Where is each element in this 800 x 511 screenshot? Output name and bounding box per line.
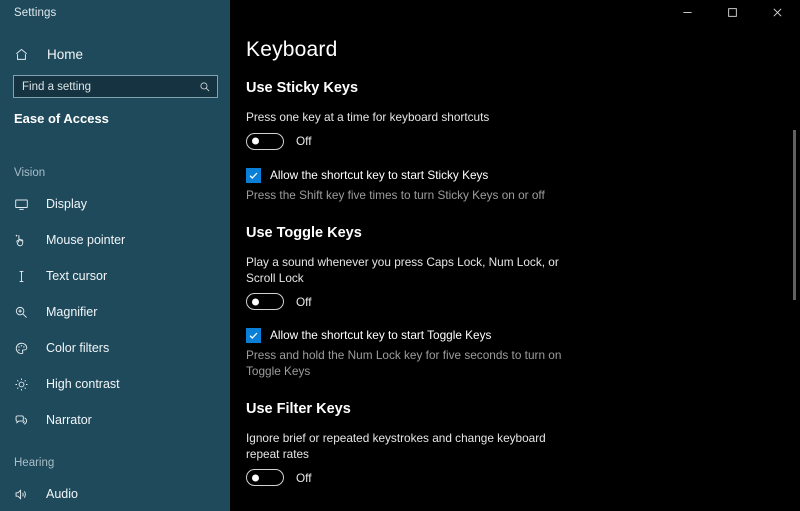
- checkbox-label: Allow the shortcut key to start Toggle K…: [270, 327, 491, 343]
- sidebar-home-label: Home: [47, 47, 83, 62]
- section-description: Press one key at a time for keyboard sho…: [246, 110, 571, 126]
- section-toggle-keys: Use Toggle Keys Play a sound whenever yo…: [246, 225, 786, 379]
- monitor-icon: [14, 195, 36, 213]
- section-heading: Use Sticky Keys: [246, 80, 786, 96]
- sidebar-item-home[interactable]: Home: [0, 41, 230, 67]
- minimize-icon: [682, 5, 693, 23]
- toggle-knob: [252, 138, 259, 145]
- sidebar-item-color-filters[interactable]: Color filters: [0, 330, 230, 366]
- toggle-knob: [252, 474, 259, 481]
- sidebar-item-text-cursor[interactable]: Text cursor: [0, 258, 230, 294]
- maximize-icon: [727, 5, 738, 23]
- search-icon: [199, 81, 211, 93]
- section-hint: Press and hold the Num Lock key for five…: [246, 348, 576, 379]
- minimize-button[interactable]: [665, 0, 710, 28]
- sidebar-item-label: Color filters: [46, 341, 109, 355]
- maximize-button[interactable]: [710, 0, 755, 28]
- section-sticky-keys: Use Sticky Keys Press one key at a time …: [246, 80, 786, 203]
- settings-window: Settings Home Ease of Access V: [0, 0, 800, 511]
- sticky-keys-shortcut-checkbox[interactable]: [246, 168, 261, 183]
- filter-keys-toggle-row: Off: [246, 469, 786, 486]
- search-input[interactable]: [22, 81, 199, 93]
- sidebar-item-label: Display: [46, 197, 87, 211]
- check-icon: [248, 330, 259, 341]
- sidebar-item-narrator[interactable]: Narrator: [0, 402, 230, 438]
- sidebar-item-magnifier[interactable]: Magnifier: [0, 294, 230, 330]
- section-heading: Use Filter Keys: [246, 401, 786, 417]
- sidebar-item-mouse-pointer[interactable]: Mouse pointer: [0, 222, 230, 258]
- checkbox-label: Allow the shortcut key to start Sticky K…: [270, 167, 488, 183]
- sidebar-item-label: High contrast: [46, 377, 120, 391]
- section-description: Play a sound whenever you press Caps Loc…: [246, 255, 571, 286]
- sun-icon: [14, 375, 36, 393]
- sidebar-group-label-vision: Vision: [0, 167, 45, 179]
- settings-sections: Use Sticky Keys Press one key at a time …: [246, 80, 786, 503]
- toggle-state-label: Off: [296, 471, 312, 485]
- sidebar-item-label: Narrator: [46, 413, 92, 427]
- sticky-keys-toggle[interactable]: [246, 133, 284, 150]
- text-cursor-icon: [14, 267, 36, 285]
- sidebar-item-label: Audio: [46, 487, 78, 501]
- close-button[interactable]: [755, 0, 800, 28]
- magnifier-icon: [14, 303, 36, 321]
- sidebar-item-label: Text cursor: [46, 269, 107, 283]
- window-controls: [665, 0, 800, 28]
- check-icon: [248, 170, 259, 181]
- scrollbar-thumb[interactable]: [793, 130, 796, 300]
- filter-keys-toggle[interactable]: [246, 469, 284, 486]
- search-box[interactable]: [13, 75, 218, 98]
- close-icon: [772, 5, 783, 23]
- sidebar-group-label-hearing: Hearing: [0, 457, 54, 469]
- section-heading: Use Toggle Keys: [246, 225, 786, 241]
- window-title: Settings: [14, 7, 56, 19]
- sidebar-item-high-contrast[interactable]: High contrast: [0, 366, 230, 402]
- speaker-icon: [14, 485, 36, 503]
- sidebar-item-display[interactable]: Display: [0, 186, 230, 222]
- content-scrollbar[interactable]: [786, 28, 800, 511]
- toggle-knob: [252, 298, 259, 305]
- toggle-state-label: Off: [296, 134, 312, 148]
- sidebar-nav-list: Vision Display: [0, 160, 230, 511]
- sidebar-group-vision: Vision: [0, 160, 230, 186]
- sidebar-group-hearing: Hearing: [0, 450, 230, 476]
- palette-icon: [14, 339, 36, 357]
- toggle-keys-toggle-row: Off: [246, 293, 786, 310]
- sticky-keys-toggle-row: Off: [246, 133, 786, 150]
- sidebar-category-title: Ease of Access: [14, 111, 109, 126]
- toggle-keys-shortcut-checkbox[interactable]: [246, 328, 261, 343]
- section-filter-keys: Use Filter Keys Ignore brief or repeated…: [246, 401, 786, 486]
- sidebar-item-label: Magnifier: [46, 305, 97, 319]
- sticky-keys-checkbox-row: Allow the shortcut key to start Sticky K…: [246, 167, 786, 183]
- mouse-pointer-icon: [14, 231, 36, 249]
- home-icon: [14, 47, 36, 62]
- toggle-state-label: Off: [296, 295, 312, 309]
- section-description: Ignore brief or repeated keystrokes and …: [246, 431, 571, 462]
- sidebar-item-audio[interactable]: Audio: [0, 476, 230, 511]
- sidebar: Settings Home Ease of Access V: [0, 0, 230, 511]
- toggle-keys-toggle[interactable]: [246, 293, 284, 310]
- sidebar-item-label: Mouse pointer: [46, 233, 125, 247]
- section-hint: Press the Shift key five times to turn S…: [246, 188, 576, 204]
- content-area: Keyboard Use Sticky Keys Press one key a…: [230, 0, 800, 511]
- narrator-icon: [14, 411, 36, 429]
- toggle-keys-checkbox-row: Allow the shortcut key to start Toggle K…: [246, 327, 786, 343]
- page-title: Keyboard: [246, 38, 338, 62]
